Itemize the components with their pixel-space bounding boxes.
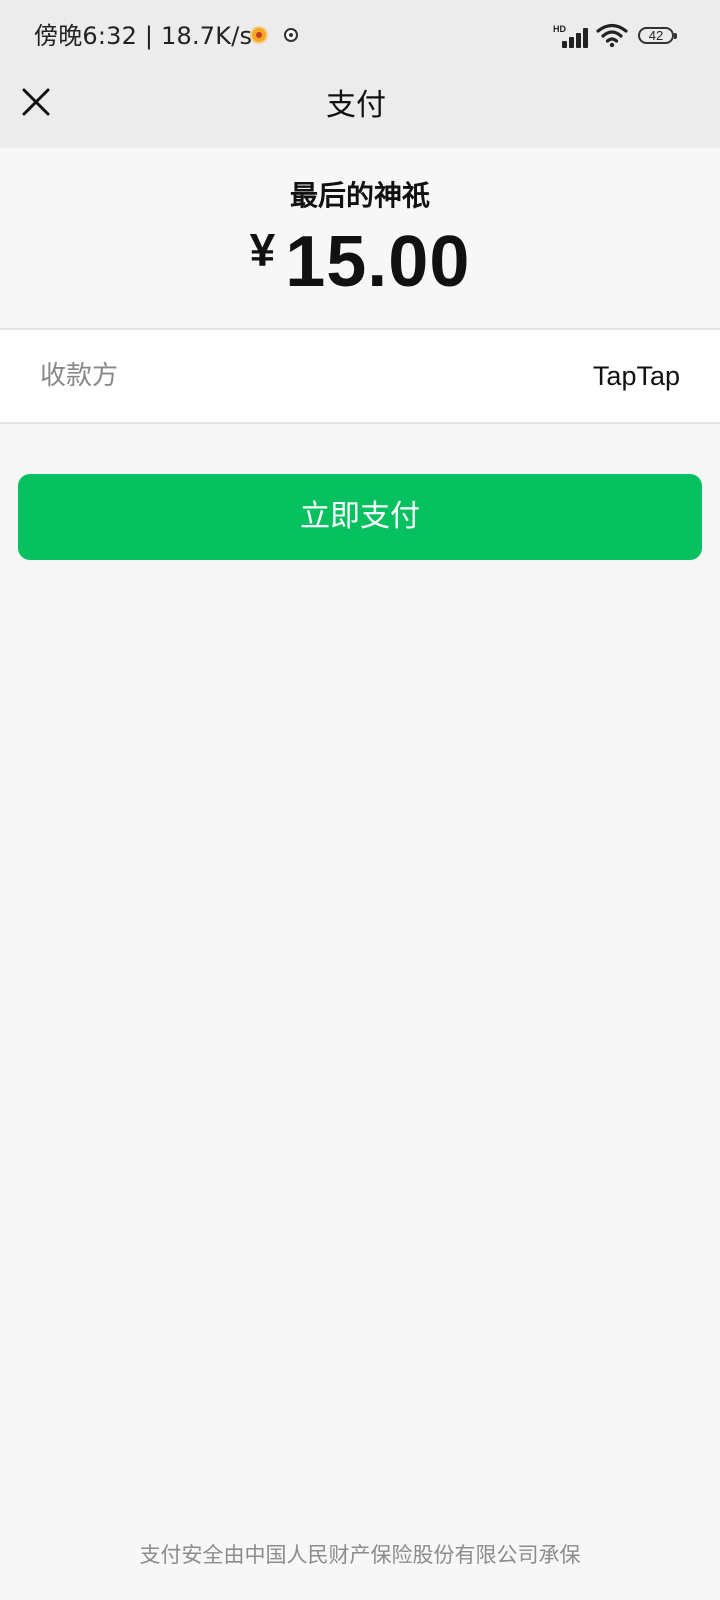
status-bar: 傍晚6:32 | 18.7K/s HD 42 (0, 0, 720, 72)
battery-icon: 42 (638, 27, 677, 44)
pay-now-button[interactable]: 立即支付 (18, 474, 702, 560)
nav-bar: 支付 (0, 72, 720, 148)
payee-label: 收款方 (40, 361, 119, 391)
amount-value: 15.00 (285, 222, 471, 302)
insurance-note: 支付安全由中国人民财产保险股份有限公司承保 (139, 1543, 581, 1567)
notification-app-icon (250, 26, 268, 44)
amount-row: ¥15.00 (0, 222, 720, 302)
product-name: 最后的神祇 (289, 179, 430, 212)
payee-row: 收款方 TapTap (0, 328, 720, 424)
status-time-speed: 傍晚6:32 | 18.7K/s (34, 22, 253, 50)
notification-dot-icon (284, 28, 298, 42)
order-summary: 最后的神祇 ¥15.00 (0, 148, 720, 328)
currency-symbol: ¥ (249, 224, 276, 276)
network-hd-label: HD (553, 24, 566, 34)
page-title: 支付 (326, 88, 386, 123)
wifi-icon (596, 23, 628, 48)
payee-value: TapTap (592, 361, 680, 391)
